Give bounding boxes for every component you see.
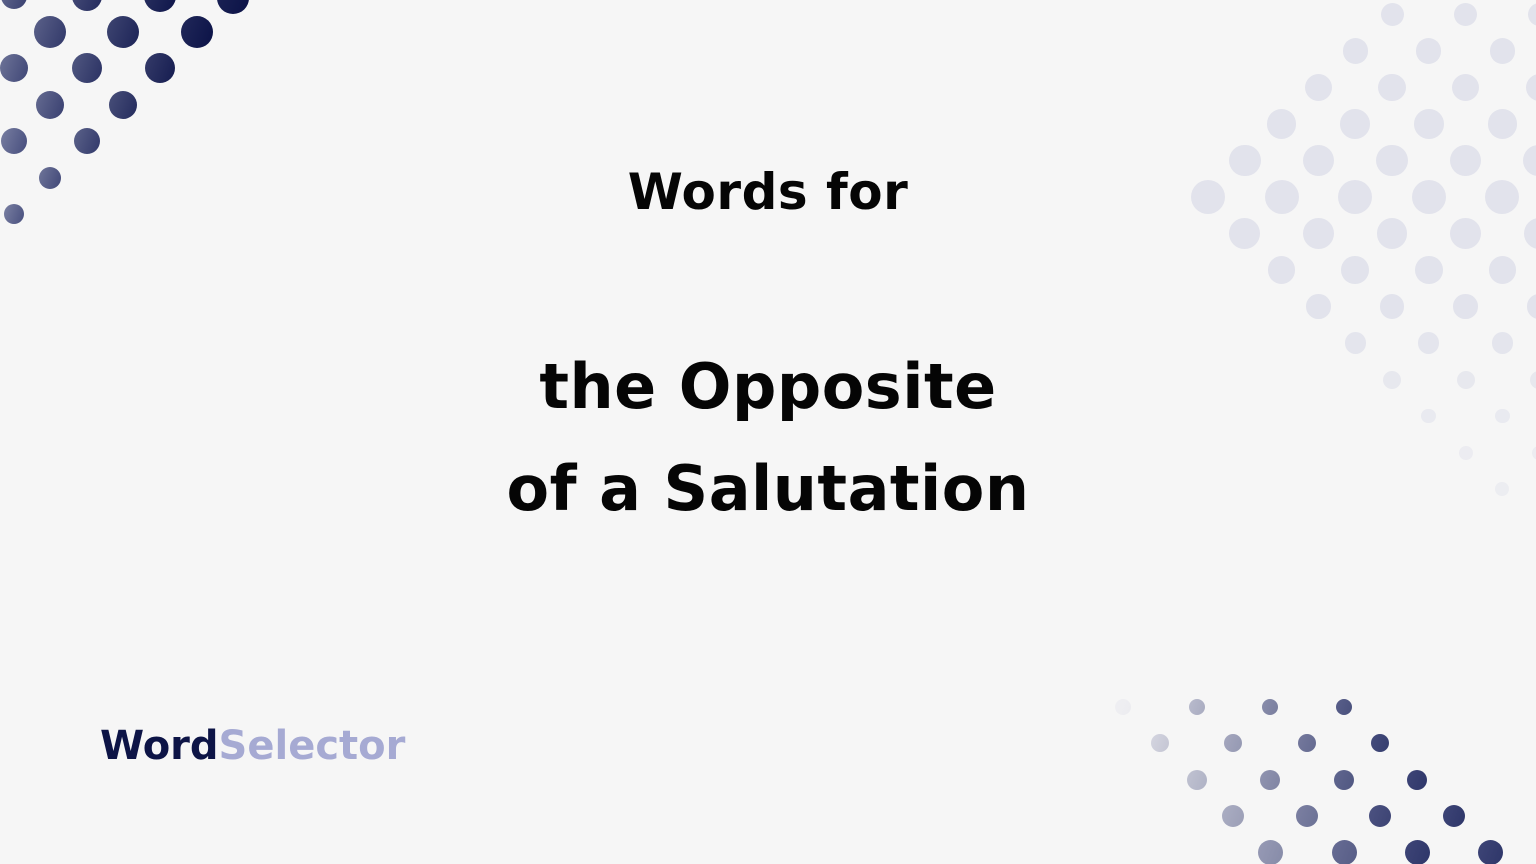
- decorative-dot: [74, 128, 100, 154]
- title-card: Words for the Opposite of a Salutation W…: [0, 0, 1536, 864]
- decorative-dot: [144, 0, 176, 12]
- decorative-dot: [1334, 770, 1354, 790]
- decorative-dot: [1454, 3, 1478, 26]
- decorative-dot: [1380, 3, 1404, 26]
- decorative-dot: [1306, 294, 1331, 319]
- decorative-dot: [1488, 256, 1517, 284]
- decorative-dot: [1341, 256, 1369, 284]
- decorative-dot: [181, 16, 213, 48]
- decorative-dot: [1415, 256, 1443, 284]
- decorative-dot: [1453, 294, 1478, 319]
- decorative-dot: [1267, 256, 1296, 284]
- decorative-dot: [0, 54, 28, 82]
- decorative-dot: [1304, 73, 1333, 102]
- decorative-dot: [217, 0, 249, 14]
- decorative-dot: [107, 16, 139, 48]
- decorative-dot: [1371, 734, 1389, 752]
- decorative-dot: [1, 128, 27, 154]
- decorative-dot: [1189, 699, 1205, 715]
- decorative-dot: [1115, 699, 1131, 715]
- decorative-dot: [36, 91, 64, 119]
- decorative-dot: [1222, 805, 1244, 827]
- decorative-dot: [1443, 805, 1465, 827]
- decorative-dot: [1187, 770, 1207, 790]
- decorative-dot: [1489, 38, 1515, 64]
- title-kicker: Words for: [627, 163, 909, 221]
- decorative-dot: [1340, 109, 1370, 139]
- decorative-dot: [1527, 294, 1536, 319]
- decorative-dot: [1296, 805, 1318, 827]
- decorative-dot: [1407, 770, 1427, 790]
- decorative-dot: [1369, 805, 1391, 827]
- decorative-dot: [1, 0, 27, 9]
- brand-logo-word: Word: [100, 723, 219, 769]
- decorative-dot: [1151, 734, 1169, 752]
- decorative-dot: [1487, 109, 1518, 139]
- decorative-dot: [1224, 734, 1242, 752]
- decorative-dot: [1477, 839, 1503, 864]
- decorative-dot: [72, 53, 102, 83]
- decorative-dot: [1342, 38, 1368, 64]
- decorative-dot: [1414, 109, 1444, 139]
- decorative-dot: [34, 16, 66, 48]
- decorative-dot: [1378, 73, 1406, 102]
- decorative-dot: [72, 0, 102, 11]
- decorative-dot: [1266, 109, 1297, 139]
- decorative-dot: [1336, 699, 1352, 715]
- decorative-dot: [1525, 73, 1536, 102]
- brand-logo-selector: Selector: [218, 723, 406, 769]
- headline: the Opposite of a Salutation: [0, 336, 1536, 540]
- decorative-dot: [1257, 839, 1283, 864]
- decorative-dot: [1298, 734, 1316, 752]
- decorative-dot: [1416, 38, 1442, 64]
- headline-line-2: of a Salutation: [506, 452, 1030, 525]
- decorative-dot: [1527, 3, 1536, 26]
- decorative-dot: [1262, 699, 1278, 715]
- decorative-dot: [145, 53, 175, 83]
- decorative-dot: [109, 91, 137, 119]
- decorative-dot: [1451, 73, 1480, 102]
- brand-logo: WordSelector: [100, 718, 405, 774]
- decorative-dot: [1379, 294, 1405, 319]
- decorative-dot: [1260, 770, 1280, 790]
- decorative-dot: [1404, 839, 1430, 864]
- headline-line-1: the Opposite: [539, 350, 997, 423]
- decorative-dot: [1331, 839, 1357, 864]
